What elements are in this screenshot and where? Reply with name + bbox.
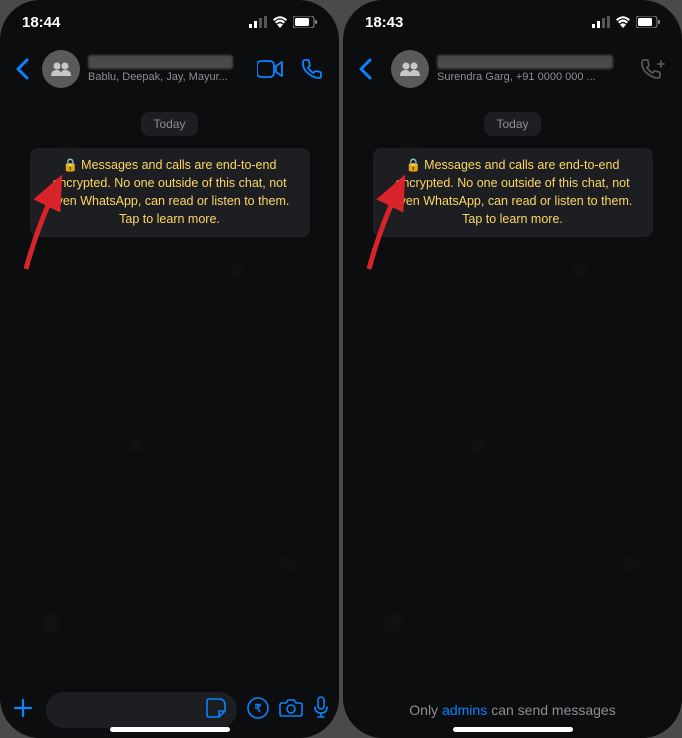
date-separator: Today [484,112,540,136]
admins-link[interactable]: admins [442,702,487,718]
status-bar: 18:43 [343,0,682,44]
readonly-suffix: can send messages [491,702,616,718]
date-separator: Today [141,112,197,136]
home-indicator[interactable] [453,727,573,732]
status-time: 18:43 [365,14,403,31]
wifi-icon [272,16,288,28]
group-avatar[interactable] [42,50,80,88]
signal-icon [592,16,610,28]
chat-area[interactable]: Today 🔒Messages and calls are end-to-end… [343,94,682,682]
readonly-prefix: Only [409,702,438,718]
payment-icon[interactable]: ₹ [247,697,269,724]
status-icons [592,16,660,28]
lock-icon: 🔒 [406,156,422,174]
battery-icon [636,16,660,28]
attach-button[interactable] [10,695,36,726]
status-bar: 18:44 [0,0,339,44]
video-call-button[interactable] [257,58,283,80]
chat-title-area[interactable]: Bablu, Deepak, Jay, Mayur... [88,55,249,83]
home-indicator[interactable] [110,727,230,732]
chat-area[interactable]: Today 🔒Messages and calls are end-to-end… [0,94,339,682]
chat-header: Bablu, Deepak, Jay, Mayur... [0,44,339,94]
chat-subtitle: Bablu, Deepak, Jay, Mayur... [88,71,249,83]
group-avatar[interactable] [391,50,429,88]
chat-subtitle: Surendra Garg, +91 0000 000 ... [437,71,632,83]
back-button[interactable] [353,58,377,80]
chat-header: Surendra Garg, +91 0000 000 ... [343,44,682,94]
svg-text:₹: ₹ [255,703,262,715]
chat-title-blurred [88,55,233,69]
lock-icon: 🔒 [63,156,79,174]
sticker-icon[interactable] [205,697,227,724]
mic-icon[interactable] [313,696,329,725]
add-call-button[interactable] [640,58,666,80]
voice-call-button[interactable] [301,58,323,80]
chat-title-blurred [437,55,613,69]
group-icon [49,62,73,76]
back-button[interactable] [10,58,34,80]
message-input[interactable] [46,692,237,728]
encryption-banner[interactable]: 🔒Messages and calls are end-to-end encry… [373,148,653,237]
phone-screenshot-right: 18:43 Surendra Garg, +91 0000 000 ... [343,0,682,738]
status-icons [249,16,317,28]
group-icon [398,62,422,76]
signal-icon [249,16,267,28]
chat-title-area[interactable]: Surendra Garg, +91 0000 000 ... [437,55,632,83]
encryption-banner[interactable]: 🔒Messages and calls are end-to-end encry… [30,148,310,237]
camera-icon[interactable] [279,698,303,723]
phone-screenshot-left: 18:44 Bablu, Deepak, Jay, Mayur... [0,0,339,738]
wifi-icon [615,16,631,28]
status-time: 18:44 [22,14,60,31]
battery-icon [293,16,317,28]
